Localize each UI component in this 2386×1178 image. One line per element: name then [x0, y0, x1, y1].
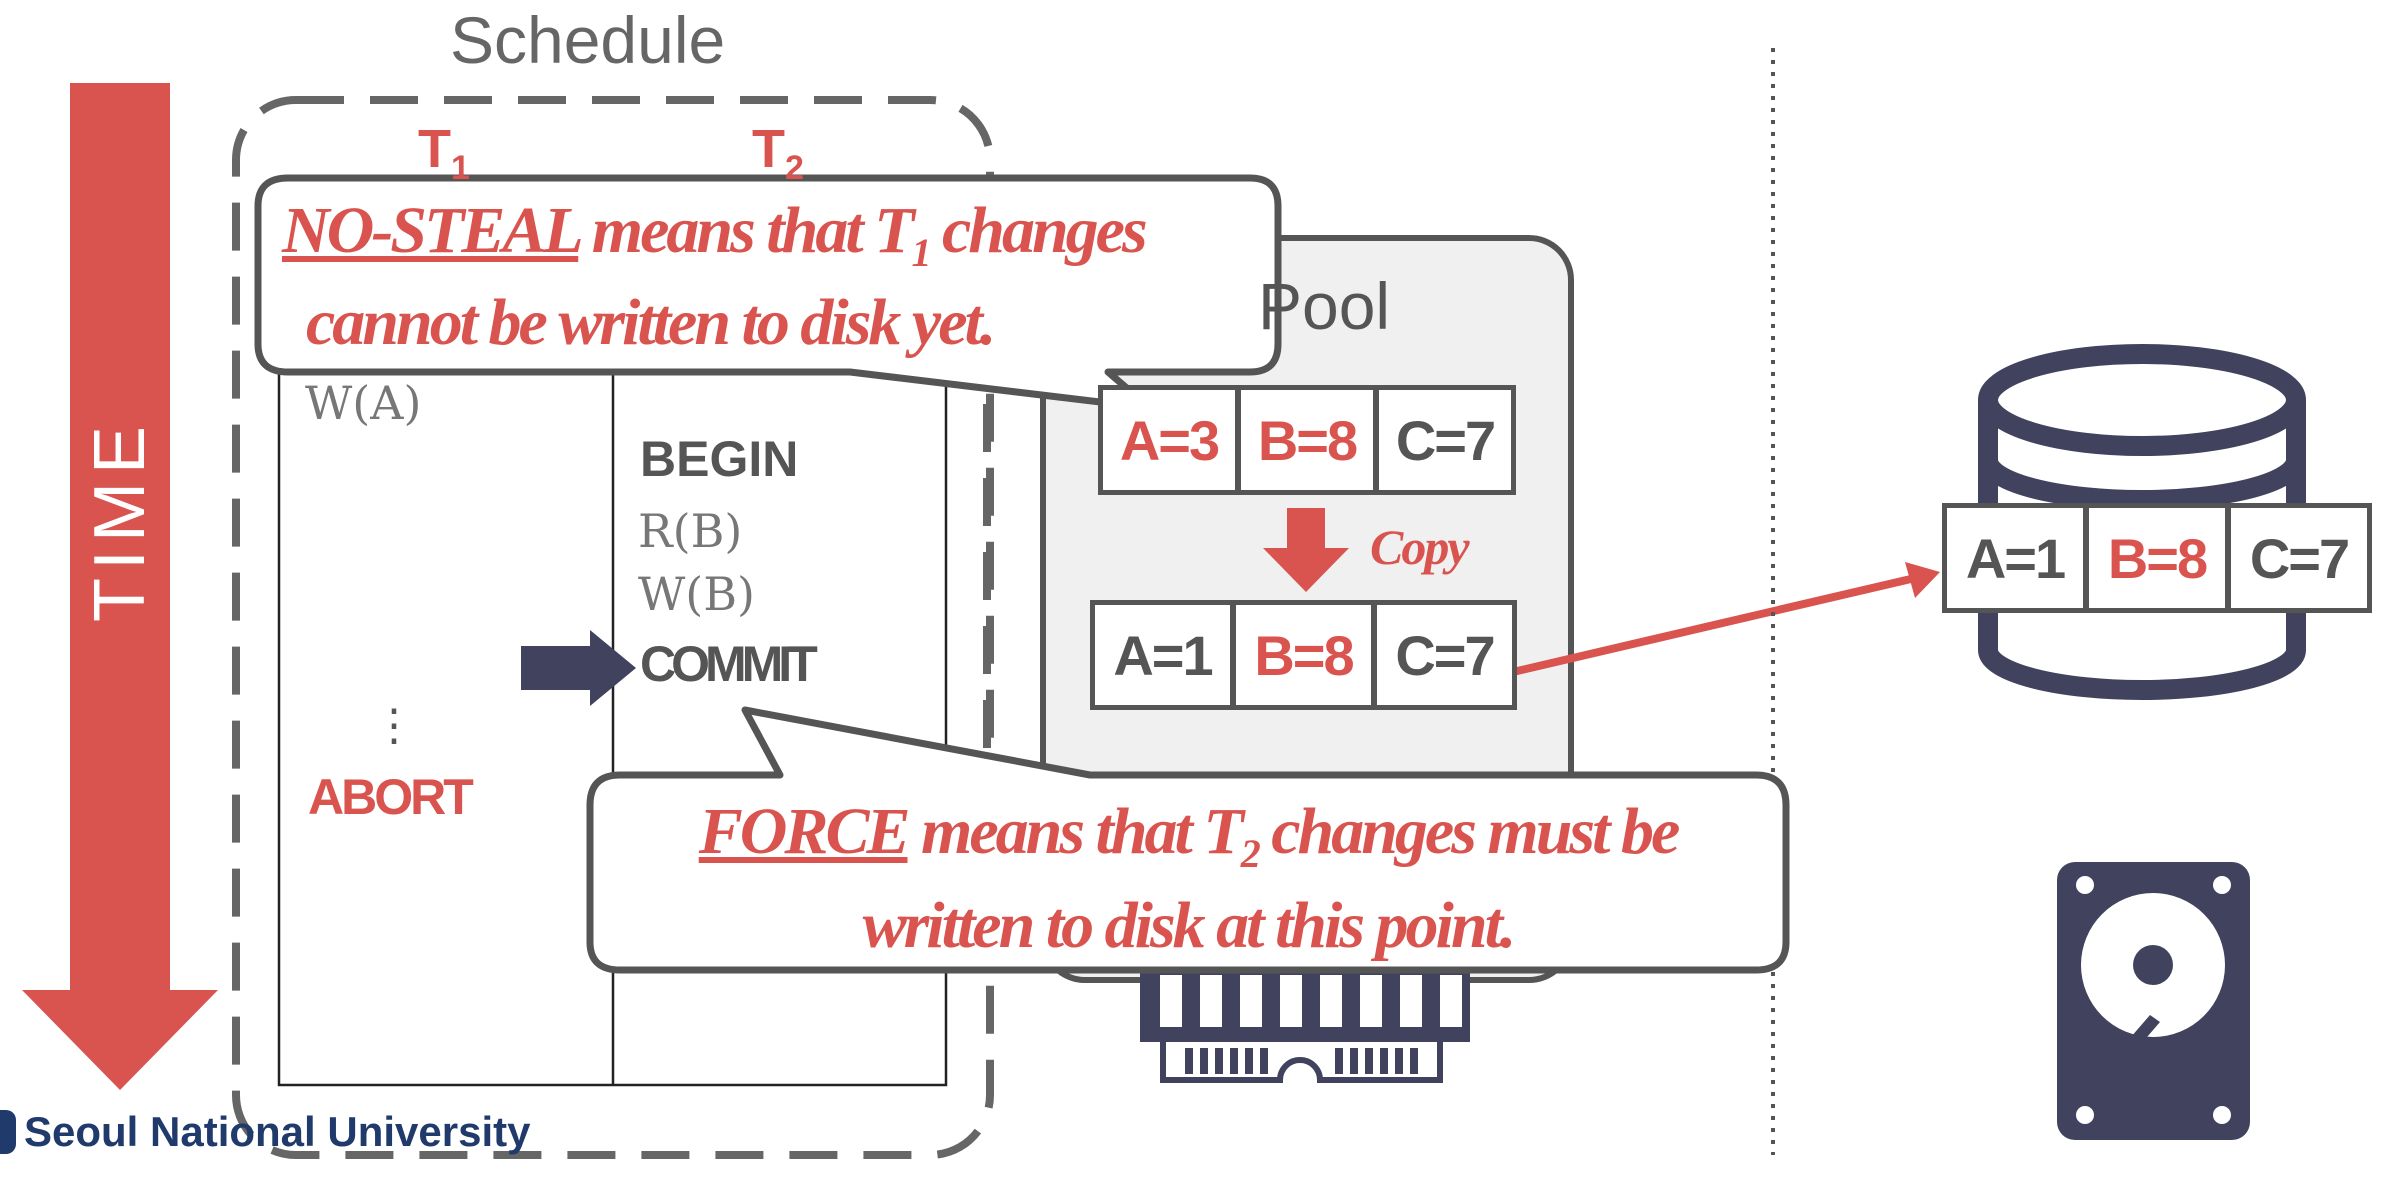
disk-cell-c: C=7	[2226, 503, 2372, 613]
t1-letter: T	[418, 119, 451, 179]
copy-label: Copy	[1370, 519, 1470, 575]
transaction-t2-header: T2	[752, 118, 804, 188]
buffer-top-cell-a: A=3	[1098, 385, 1240, 495]
hard-disk-icon	[2057, 862, 2250, 1140]
callout-force-line1-post: changes must be	[1257, 795, 1680, 868]
t2-commit: COMMIT	[640, 636, 818, 692]
flush-arrow	[1512, 562, 1940, 676]
memory-chip-icon	[1140, 960, 1470, 1083]
buffer-bottom-cell-b: B=8	[1231, 600, 1376, 710]
callout-force-term: FORCE	[698, 795, 911, 868]
university-name: Seoul National University	[24, 1108, 531, 1155]
university-emblem-icon	[0, 1110, 16, 1154]
disk-cell-b: B=8	[2084, 503, 2230, 613]
schedule-title: Schedule	[450, 3, 726, 77]
t2-op-write-b: W(B)	[638, 567, 755, 621]
t1-op-write-a: W(A)	[305, 376, 422, 430]
callout-force-line2: written to disk at this point.	[862, 889, 1517, 963]
t2-subscript: 2	[785, 148, 804, 187]
callout-force-text: FORCE means that T2 changes must be writ…	[598, 796, 1778, 962]
buffer-bottom-cell-c: C=7	[1372, 600, 1517, 710]
t2-begin: BEGIN	[640, 431, 799, 487]
callout-nosteal-sub: 1	[911, 230, 931, 276]
callout-nosteal-line1: NO-STEAL means that T1 changes	[282, 196, 1262, 288]
t2-letter: T	[752, 119, 785, 179]
transaction-t1-header: T1	[418, 118, 470, 188]
buffer-top-cell-b: B=8	[1236, 385, 1378, 495]
t2-op-read-b: R(B)	[638, 504, 743, 558]
callout-nosteal-line2: cannot be written to disk yet.	[306, 286, 996, 360]
disk-cell-a: A=1	[1942, 503, 2088, 613]
time-label: TIME	[80, 418, 160, 622]
callout-force-line1: FORCE means that T2 changes must be	[598, 796, 1778, 890]
callout-force-line1-pre: means that T	[907, 795, 1244, 868]
callout-nosteal-line1-pre: means that T	[578, 194, 915, 267]
t1-ellipsis: ⋮	[372, 701, 416, 750]
callout-force-sub: 2	[1240, 831, 1261, 877]
callout-nosteal-term: NO-STEAL	[282, 194, 581, 267]
callout-nosteal-text: NO-STEAL means that T1 changes cannot be…	[282, 196, 1262, 358]
t1-abort: ABORT	[308, 769, 474, 825]
buffer-bottom-cell-a: A=1	[1090, 600, 1235, 710]
buffer-pool-label: Pool	[1258, 269, 1391, 343]
university-logo: Seoul National University	[0, 1108, 530, 1156]
t1-subscript: 1	[451, 148, 470, 187]
buffer-top-cell-c: C=7	[1374, 385, 1516, 495]
callout-nosteal-line1-post: changes	[928, 194, 1148, 267]
